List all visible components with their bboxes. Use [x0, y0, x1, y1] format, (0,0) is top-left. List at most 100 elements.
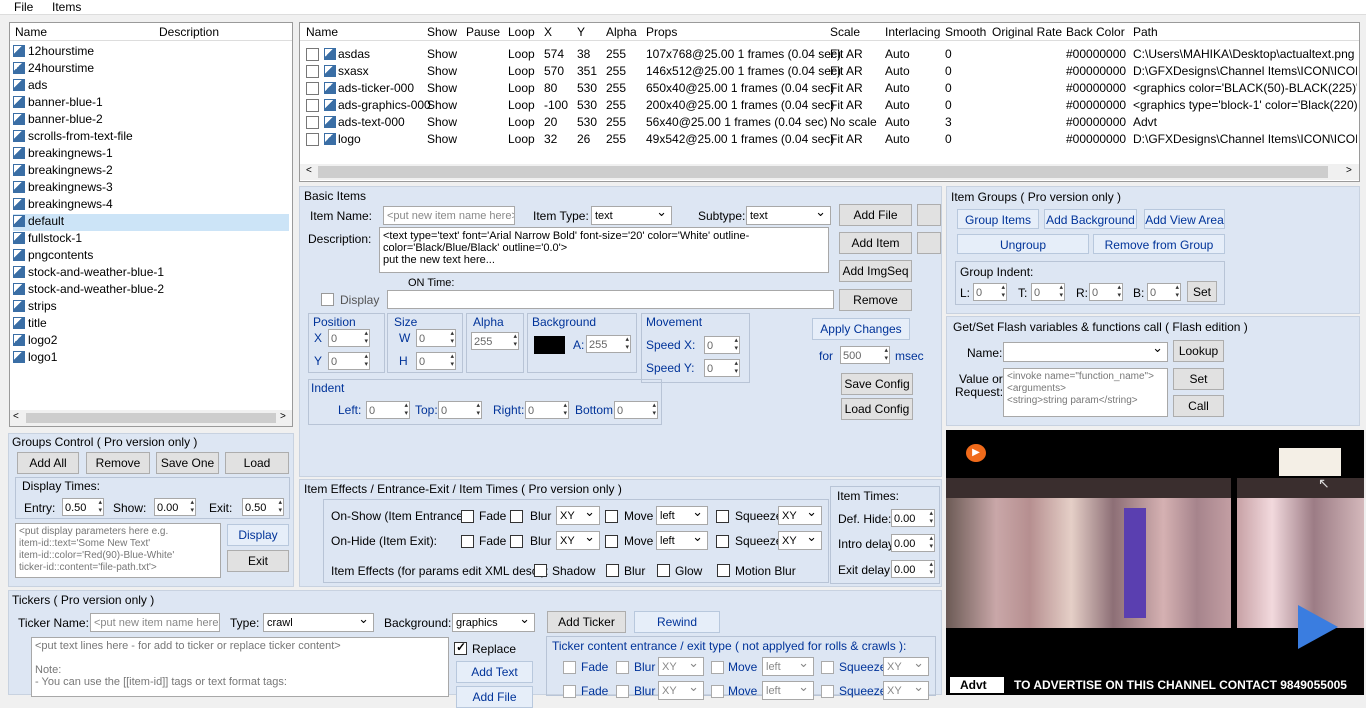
group-t-spinner[interactable]: 0: [1031, 283, 1065, 301]
ticker-effect-select[interactable]: XY: [883, 678, 929, 700]
list-item[interactable]: strips: [13, 299, 289, 316]
indent-right-spinner[interactable]: 0: [525, 401, 569, 419]
scroll-left-icon[interactable]: <: [13, 411, 19, 422]
speed-y-spinner[interactable]: 0: [704, 359, 740, 377]
col-description[interactable]: Description: [159, 25, 219, 39]
column-header[interactable]: Scale: [830, 25, 860, 39]
play-icon[interactable]: [1298, 605, 1338, 649]
scroll-right-icon[interactable]: >: [1346, 165, 1352, 176]
list-item[interactable]: stock-and-weather-blue-2: [13, 282, 289, 299]
effect-select[interactable]: XY: [556, 528, 600, 550]
y-spinner[interactable]: 0: [328, 352, 370, 370]
load-config-button[interactable]: Load Config: [841, 398, 913, 420]
list-item[interactable]: breakingnews-1: [13, 146, 289, 163]
effect-select[interactable]: left: [656, 528, 708, 550]
effect-checkbox[interactable]: [510, 510, 523, 523]
column-header[interactable]: Y: [577, 25, 585, 39]
indent-bottom-spinner[interactable]: 0: [614, 401, 658, 419]
list-item[interactable]: 12hourstime: [13, 44, 289, 61]
table-hscrollbar[interactable]: < >: [300, 164, 1359, 180]
effect-select[interactable]: XY: [556, 503, 600, 525]
table-row[interactable]: ads-text-000 Show Loop 20 530 255 56x40@25.00 …: [300, 114, 1358, 131]
list-item[interactable]: fullstock-1: [13, 231, 289, 248]
column-header[interactable]: Show: [427, 25, 457, 39]
list-item[interactable]: breakingnews-3: [13, 180, 289, 197]
ticker-content-textarea[interactable]: <put text lines here - for add to ticker…: [31, 637, 449, 697]
add-ticker-button[interactable]: Add Ticker: [547, 611, 626, 633]
video-preview[interactable]: ▶ ↖ Advt TO ADVERTISE ON THIS CHANNEL CO…: [946, 430, 1364, 695]
flash-call-button[interactable]: Call: [1173, 395, 1224, 417]
ticker-effect-select[interactable]: XY: [658, 654, 704, 676]
row-checkbox[interactable]: [306, 65, 319, 78]
list-item[interactable]: ads: [13, 78, 289, 95]
table-row[interactable]: sxasx Show Loop 570 351 255 146x512@25.00 1 fr…: [300, 63, 1358, 80]
groups-load-button[interactable]: Load: [225, 452, 289, 474]
duration-spinner[interactable]: 500: [840, 346, 890, 364]
ticker-name-input[interactable]: <put new item name here>: [90, 613, 220, 632]
item-type-select[interactable]: text: [591, 203, 672, 225]
list-item[interactable]: stock-and-weather-blue-1: [13, 265, 289, 282]
show-spinner[interactable]: 0.00: [154, 498, 196, 516]
ticker-bg-select[interactable]: graphics: [452, 610, 535, 632]
effect-select[interactable]: XY: [778, 528, 822, 550]
column-header[interactable]: Pause: [466, 25, 500, 39]
column-header[interactable]: Smooth: [945, 25, 986, 39]
table-row[interactable]: asdas Show Loop 574 38 255 107x768@25.00 1 fra…: [300, 46, 1358, 63]
group-r-spinner[interactable]: 0: [1089, 283, 1123, 301]
background-color-swatch[interactable]: [534, 336, 565, 354]
list-item[interactable]: logo2: [13, 333, 289, 350]
ticker-add-file-button[interactable]: Add File: [456, 686, 533, 708]
effect-checkbox[interactable]: [461, 535, 474, 548]
flash-set-button[interactable]: Set: [1173, 368, 1224, 390]
ticker-effect-checkbox[interactable]: [563, 685, 576, 698]
subtype-select[interactable]: text: [746, 203, 831, 225]
column-header[interactable]: Name: [306, 25, 338, 39]
ticker-type-select[interactable]: crawl: [263, 610, 374, 632]
save-one-button[interactable]: Save One: [156, 452, 219, 474]
column-header[interactable]: Props: [646, 25, 677, 39]
effect-checkbox[interactable]: [605, 535, 618, 548]
groups-remove-button[interactable]: Remove: [86, 452, 150, 474]
column-header[interactable]: Loop: [508, 25, 535, 39]
flash-value-textarea[interactable]: <invoke name="function_name"> <arguments…: [1003, 368, 1168, 417]
indent-top-spinner[interactable]: 0: [438, 401, 482, 419]
list-item[interactable]: pngcontents: [13, 248, 289, 265]
ticker-effect-checkbox[interactable]: [821, 685, 834, 698]
add-all-button[interactable]: Add All: [17, 452, 79, 474]
effect-checkbox[interactable]: [605, 510, 618, 523]
indent-left-spinner[interactable]: 0: [366, 401, 410, 419]
row-checkbox[interactable]: [306, 82, 319, 95]
display-input[interactable]: [387, 290, 834, 309]
scroll-left-icon[interactable]: <: [306, 165, 312, 176]
effect-checkbox[interactable]: [716, 510, 729, 523]
description-textarea[interactable]: <text type='text' font='Arial Narrow Bol…: [379, 227, 829, 273]
group-items-button[interactable]: Group Items: [957, 209, 1039, 229]
extra-button-2[interactable]: [917, 232, 941, 254]
effect-select[interactable]: XY: [778, 503, 822, 525]
list-item[interactable]: banner-blue-2: [13, 112, 289, 129]
entry-spinner[interactable]: 0.50: [62, 498, 104, 516]
group-b-spinner[interactable]: 0: [1147, 283, 1181, 301]
add-background-button[interactable]: Add Background: [1044, 209, 1137, 229]
motion-blur-checkbox[interactable]: [717, 564, 730, 577]
scroll-right-icon[interactable]: >: [280, 411, 286, 422]
row-checkbox[interactable]: [306, 48, 319, 61]
effect-checkbox[interactable]: [461, 510, 474, 523]
list-item[interactable]: banner-blue-1: [13, 95, 289, 112]
ticker-effect-checkbox[interactable]: [711, 685, 724, 698]
w-spinner[interactable]: 0: [416, 329, 456, 347]
remove-button[interactable]: Remove: [839, 289, 912, 311]
col-name[interactable]: Name: [15, 25, 47, 39]
ticker-effect-select[interactable]: XY: [883, 654, 929, 676]
alpha-spinner[interactable]: 255: [471, 332, 519, 350]
group-set-button[interactable]: Set: [1187, 281, 1217, 302]
add-item-button[interactable]: Add Item: [839, 232, 912, 254]
x-spinner[interactable]: 0: [328, 329, 370, 347]
list-item[interactable]: scrolls-from-text-file: [13, 129, 289, 146]
remove-from-group-button[interactable]: Remove from Group: [1093, 234, 1225, 254]
table-row[interactable]: ads-ticker-000 Show Loop 80 530 255 650x40@25.…: [300, 80, 1358, 97]
ticker-effect-checkbox[interactable]: [821, 661, 834, 674]
row-checkbox[interactable]: [306, 133, 319, 146]
shadow-checkbox[interactable]: [534, 564, 547, 577]
bg-alpha-spinner[interactable]: 255: [586, 335, 631, 353]
